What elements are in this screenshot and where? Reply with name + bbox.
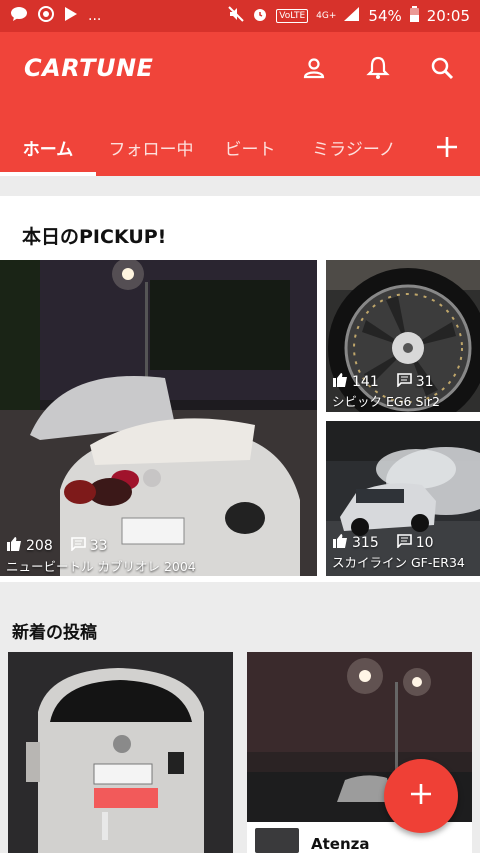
thumbs-up-icon	[332, 372, 348, 391]
tab-label: ミラジーノ	[312, 139, 396, 160]
like-count: 141	[352, 373, 379, 390]
pickup-section: 本日のPICKUP! 208 33 ニュービートル カブリオレ 2004 141…	[0, 196, 480, 582]
post-photo-honda	[8, 652, 233, 853]
app-logo: CARTUNE	[24, 54, 154, 82]
tab-label: フォロー中	[108, 139, 194, 160]
status-bar: ... VoLTE 4G+ 54% 20:05	[0, 0, 480, 32]
status-ellipsis: ...	[88, 8, 102, 24]
card-stats: 141 31	[332, 372, 434, 391]
thumbs-up-icon	[332, 533, 348, 552]
card-caption: ニュービートル カブリオレ 2004	[6, 559, 196, 574]
card-caption: スカイライン GF-ER34	[332, 555, 465, 570]
mute-icon	[228, 6, 244, 26]
comment-count: 33	[89, 537, 108, 554]
play-store-icon	[64, 6, 78, 26]
pickup-card-civic[interactable]: 141 31 シビック EG6 Sir2	[326, 260, 480, 412]
card-stats: 208 33	[6, 536, 108, 555]
app-bar: CARTUNE ホーム フォロー中 ビート ミラジーノ	[0, 32, 480, 176]
tab-home[interactable]: ホーム	[0, 118, 96, 176]
circular-app-icon	[38, 6, 54, 26]
tab-mira-gino[interactable]: ミラジーノ	[294, 118, 414, 176]
card-caption: シビック EG6 Sir2	[332, 394, 440, 409]
battery-percent: 54%	[368, 7, 402, 25]
battery-icon	[409, 6, 419, 26]
like-count: 315	[352, 534, 379, 551]
notifications-button[interactable]	[360, 52, 396, 88]
comment-count: 10	[415, 534, 434, 551]
pickup-card-skyline[interactable]: 315 10 スカイライン GF-ER34	[326, 421, 480, 576]
thumbs-up-icon	[6, 536, 22, 555]
tab-label: ホーム	[22, 139, 74, 160]
like-count: 208	[26, 537, 53, 554]
comment-icon	[396, 372, 412, 391]
volte-indicator: VoLTE	[276, 9, 309, 23]
add-tab-button[interactable]	[432, 132, 462, 162]
tab-bar: ホーム フォロー中 ビート ミラジーノ	[0, 118, 480, 176]
new-post-card[interactable]	[8, 652, 233, 853]
signal-icon	[344, 7, 360, 25]
network-type: 4G+	[316, 11, 337, 21]
plus-icon	[409, 782, 433, 810]
create-post-fab[interactable]	[384, 759, 458, 833]
profile-icon	[302, 56, 326, 84]
card-stats: 315 10	[332, 533, 434, 552]
search-icon	[430, 56, 454, 84]
post-thumbnail	[255, 828, 299, 853]
chat-bubble-icon	[10, 6, 28, 26]
comment-icon	[396, 533, 412, 552]
tab-following[interactable]: フォロー中	[96, 118, 206, 176]
post-car-name: Atenza	[311, 835, 370, 853]
profile-button[interactable]	[296, 52, 332, 88]
tab-label: ビート	[224, 139, 276, 160]
search-button[interactable]	[424, 52, 460, 88]
tab-beat[interactable]: ビート	[206, 118, 294, 176]
new-posts-title: 新着の投稿	[12, 623, 97, 643]
section-title: 本日のPICKUP!	[22, 226, 167, 248]
alarm-icon	[252, 6, 268, 26]
clock: 20:05	[426, 7, 470, 25]
bell-icon	[366, 55, 390, 85]
comment-count: 31	[415, 373, 434, 390]
beetle-photo	[0, 260, 317, 576]
pickup-card-beetle[interactable]: 208 33 ニュービートル カブリオレ 2004	[0, 260, 317, 576]
comment-icon	[70, 536, 86, 555]
plus-icon	[432, 137, 462, 166]
